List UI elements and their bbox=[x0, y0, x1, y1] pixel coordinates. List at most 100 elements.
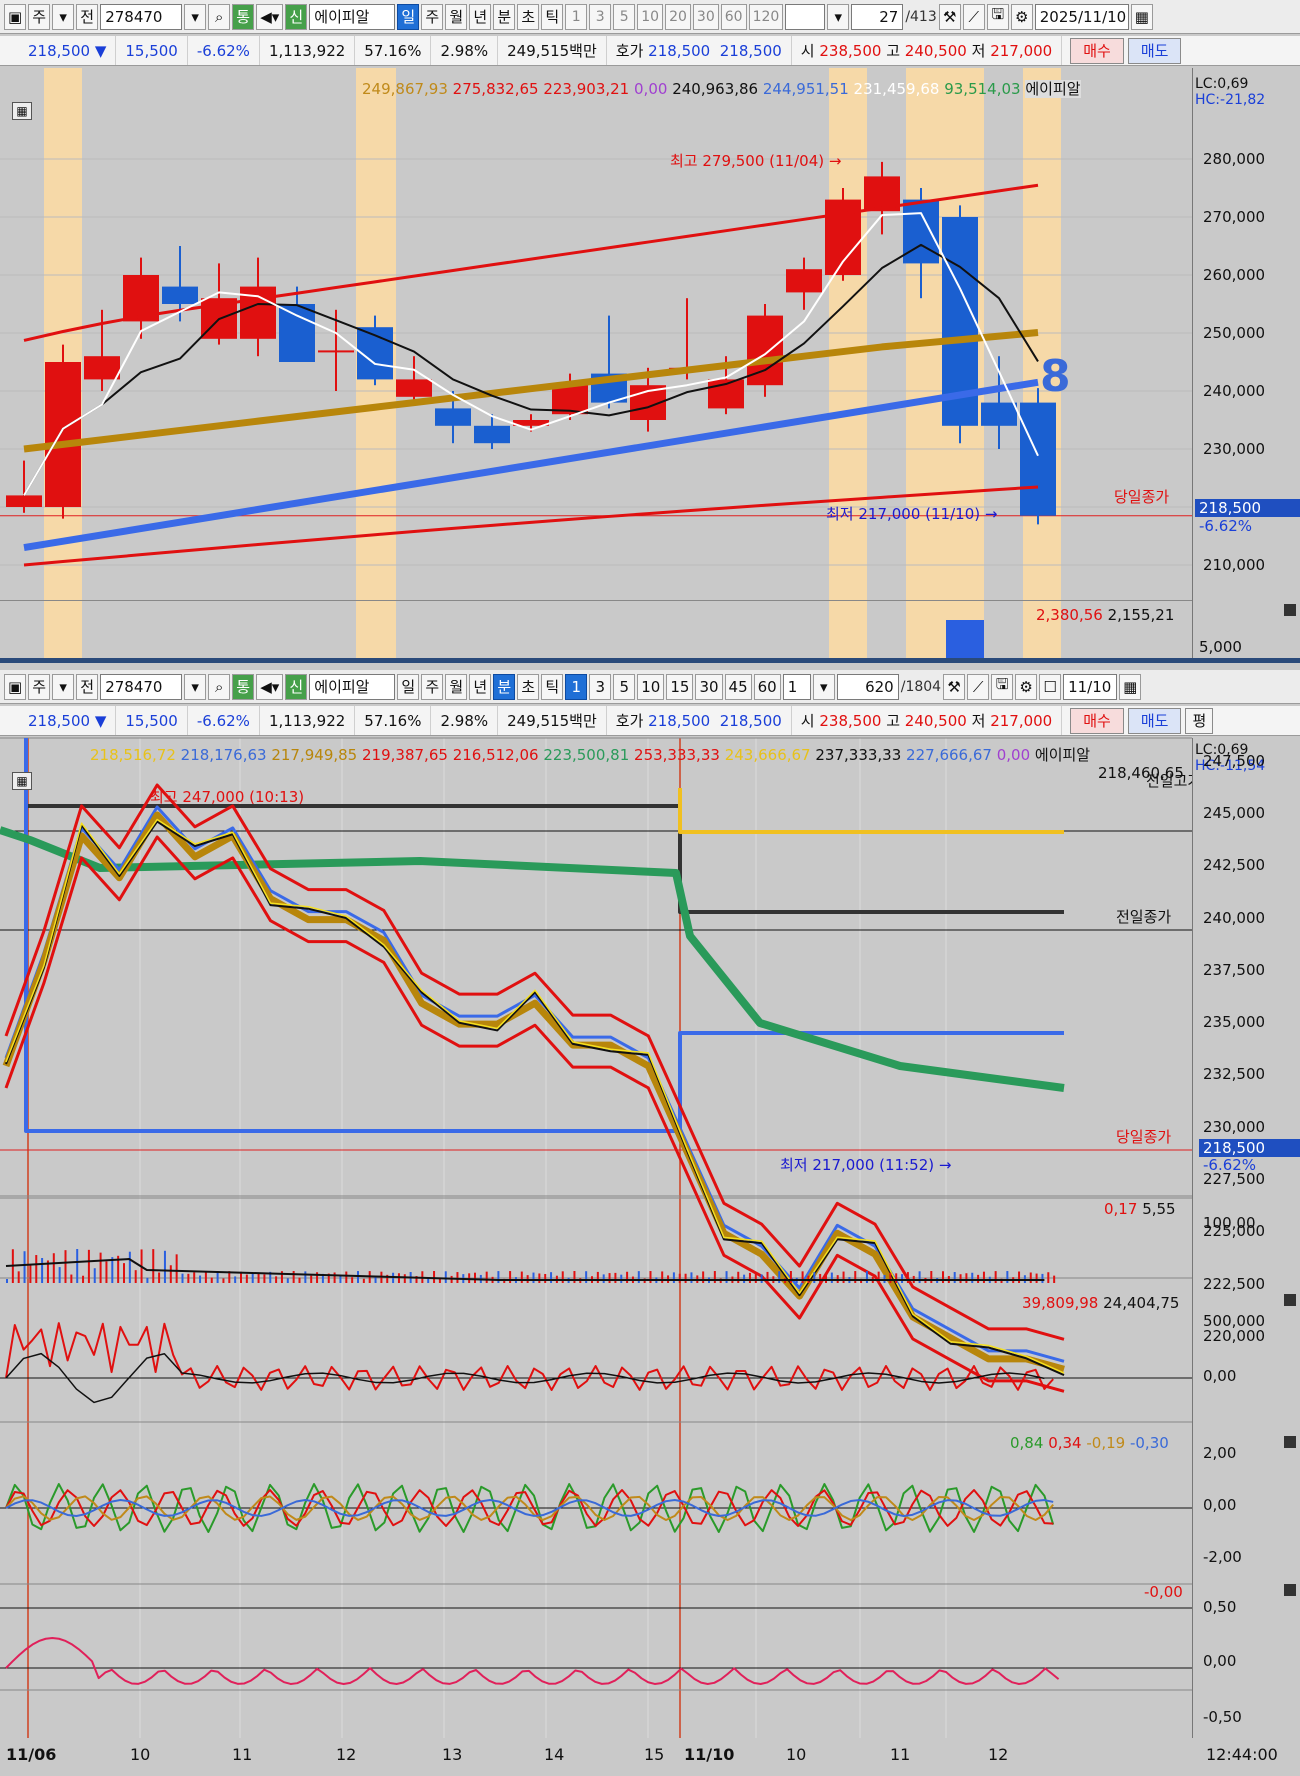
market-select[interactable]: 주 bbox=[28, 3, 51, 30]
period-second[interactable]: 초 bbox=[517, 3, 540, 30]
speaker-icon[interactable]: ◀▾ bbox=[256, 673, 284, 700]
tool-icon[interactable]: ⚒ bbox=[938, 3, 961, 30]
draw-icon[interactable]: ⟋ bbox=[967, 673, 990, 700]
blank-dropdown-icon[interactable]: ▾ bbox=[827, 3, 850, 30]
search-icon[interactable]: ⌕ bbox=[208, 673, 231, 700]
period-week[interactable]: 주 bbox=[421, 3, 444, 30]
high-label: 고 bbox=[886, 42, 900, 60]
volume-bar bbox=[351, 1277, 354, 1283]
num-10[interactable]: 10 bbox=[637, 3, 664, 30]
price-tick: 210,000 bbox=[1203, 556, 1266, 574]
save-icon[interactable]: 🖫 bbox=[986, 3, 1009, 30]
period-month[interactable]: 월 bbox=[445, 3, 468, 30]
close-pane-icon[interactable] bbox=[1284, 1584, 1296, 1596]
calendar-icon[interactable]: ▦ bbox=[1119, 673, 1142, 700]
volume-bar bbox=[234, 1276, 237, 1283]
period-year[interactable]: 년 bbox=[469, 673, 492, 700]
daily-chart-pane[interactable]: ▦ 249,867,93 275,832,65 223,903,21 0,00 … bbox=[0, 68, 1300, 658]
buy-button[interactable]: 매수 bbox=[1070, 707, 1124, 734]
period-day[interactable]: 일 bbox=[397, 3, 420, 30]
save-icon[interactable]: 🖫 bbox=[991, 673, 1014, 700]
tong-button[interactable]: 통 bbox=[232, 3, 255, 30]
gear-icon[interactable]: ⚙ bbox=[1015, 673, 1038, 700]
period-label: 월 bbox=[449, 678, 464, 696]
sell-button[interactable]: 매도 bbox=[1127, 37, 1182, 64]
period-label: 년 bbox=[473, 8, 488, 26]
prev-button[interactable]: 전 bbox=[76, 673, 99, 700]
code-input[interactable]: 278470 bbox=[100, 673, 183, 700]
low-value: 217,000 bbox=[990, 41, 1053, 60]
close-pane-icon[interactable] bbox=[1284, 604, 1296, 616]
grid-toggle-icon[interactable]: ▦ bbox=[12, 102, 32, 120]
sell-label: 매도 bbox=[1140, 42, 1169, 60]
close-pane-icon[interactable] bbox=[1284, 1436, 1296, 1448]
num-120[interactable]: 120 bbox=[748, 3, 784, 30]
volume-bar bbox=[532, 1272, 535, 1283]
period-minute[interactable]: 분 bbox=[493, 673, 516, 700]
period-month[interactable]: 월 bbox=[445, 673, 468, 700]
quote-change: 15,500 bbox=[116, 36, 188, 65]
num-5[interactable]: 5 bbox=[613, 3, 636, 30]
num-1[interactable]: 1 bbox=[565, 3, 588, 30]
counter-input[interactable]: 620 bbox=[836, 673, 899, 700]
code-input[interactable]: 278470 bbox=[100, 3, 183, 30]
volume-bar bbox=[942, 1271, 944, 1283]
minute-chart-pane[interactable]: ▦ 218,516,72 218,176,63 217,949,85 219,3… bbox=[0, 737, 1300, 1738]
num-20[interactable]: 20 bbox=[665, 3, 691, 30]
quote-turnover: 2.98% bbox=[431, 36, 499, 65]
num-45[interactable]: 45 bbox=[724, 673, 752, 700]
num-10[interactable]: 10 bbox=[637, 673, 665, 700]
dropdown-icon[interactable]: ▾ bbox=[52, 673, 75, 700]
stock-name-field[interactable]: 에이피알 bbox=[309, 673, 396, 700]
code-dropdown-icon[interactable]: ▾ bbox=[184, 3, 207, 30]
checkbox[interactable]: ☐ bbox=[1039, 673, 1062, 700]
period-week[interactable]: 주 bbox=[421, 673, 444, 700]
sin-button[interactable]: 신 bbox=[285, 673, 308, 700]
calendar-icon[interactable]: ▦ bbox=[1130, 3, 1153, 30]
period-year[interactable]: 년 bbox=[469, 3, 492, 30]
layout-icon[interactable]: ▣ bbox=[4, 673, 27, 700]
period-tick[interactable]: 틱 bbox=[541, 673, 564, 700]
market-select[interactable]: 주 bbox=[28, 673, 51, 700]
num-60[interactable]: 60 bbox=[753, 673, 781, 700]
num-5[interactable]: 5 bbox=[613, 673, 636, 700]
counter-input[interactable]: 27 bbox=[851, 3, 904, 30]
pane-splitter[interactable] bbox=[0, 658, 1300, 663]
candle-body bbox=[903, 199, 939, 264]
close-pane-icon[interactable] bbox=[1284, 1294, 1296, 1306]
period-minute[interactable]: 분 bbox=[493, 3, 516, 30]
price-tick: 240,000 bbox=[1203, 382, 1266, 400]
tong-button[interactable]: 통 bbox=[232, 673, 255, 700]
period-day[interactable]: 일 bbox=[397, 673, 420, 700]
gear-icon[interactable]: ⚙ bbox=[1010, 3, 1033, 30]
date-input[interactable]: 2025/11/10 bbox=[1034, 3, 1129, 30]
num-15[interactable]: 15 bbox=[666, 673, 694, 700]
sell-button[interactable]: 매도 bbox=[1127, 707, 1182, 734]
dropdown-icon[interactable]: ▾ bbox=[52, 3, 75, 30]
buy-button[interactable]: 매수 bbox=[1070, 37, 1124, 64]
code-dropdown-icon[interactable]: ▾ bbox=[184, 673, 207, 700]
quote-hoga: 호가 218,500 218,500 bbox=[607, 706, 792, 735]
num-3[interactable]: 3 bbox=[589, 3, 612, 30]
search-icon[interactable]: ⌕ bbox=[208, 3, 231, 30]
date-input[interactable]: 11/10 bbox=[1063, 673, 1118, 700]
num-60[interactable]: 60 bbox=[720, 3, 747, 30]
period-second[interactable]: 초 bbox=[517, 673, 540, 700]
speaker-icon[interactable]: ◀▾ bbox=[256, 3, 284, 30]
avg-button[interactable]: 평 bbox=[1185, 707, 1214, 734]
prev-button[interactable]: 전 bbox=[76, 3, 99, 30]
layout-icon[interactable]: ▣ bbox=[4, 3, 27, 30]
step-input[interactable]: 1 bbox=[782, 673, 811, 700]
stock-name-field[interactable]: 에이피알 bbox=[309, 3, 396, 30]
draw-icon[interactable]: ⟋ bbox=[962, 3, 985, 30]
step-dropdown-icon[interactable]: ▾ bbox=[812, 673, 835, 700]
sin-button[interactable]: 신 bbox=[285, 3, 308, 30]
grid-toggle-icon[interactable]: ▦ bbox=[12, 772, 32, 790]
num-1[interactable]: 1 bbox=[565, 673, 588, 700]
num-3[interactable]: 3 bbox=[589, 673, 612, 700]
blank-input[interactable] bbox=[785, 3, 826, 30]
num-30[interactable]: 30 bbox=[692, 3, 719, 30]
tool-icon[interactable]: ⚒ bbox=[943, 673, 966, 700]
num-30[interactable]: 30 bbox=[695, 673, 723, 700]
period-tick[interactable]: 틱 bbox=[541, 3, 564, 30]
